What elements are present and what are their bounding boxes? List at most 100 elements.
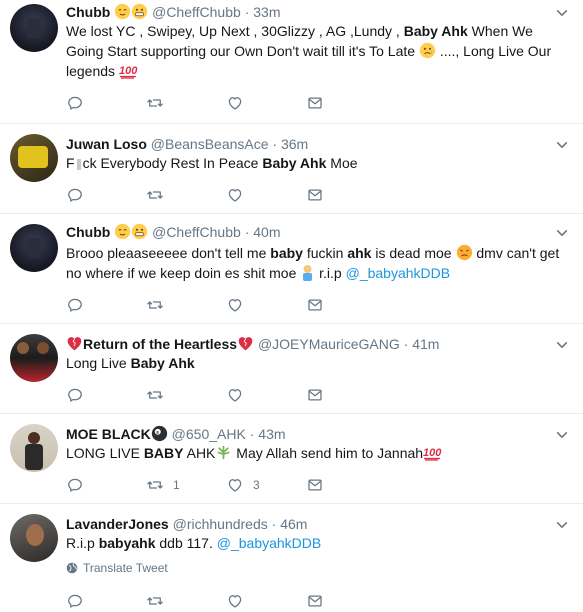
avatar[interactable] [10,424,58,472]
like-button[interactable] [226,186,253,204]
display-name[interactable]: LavanderJones [66,516,169,532]
relieved-emoji-icon [115,223,131,240]
like-button[interactable] [226,386,253,404]
timestamp[interactable]: 36m [281,136,308,152]
reply-button[interactable] [66,592,93,610]
chevron-down-icon[interactable] [555,6,569,20]
retweet-icon [146,296,164,314]
separator-dot: · [244,4,250,20]
avatar[interactable] [10,134,58,182]
retweet-icon [146,94,164,112]
svg-text:100: 100 [119,65,138,77]
message-icon [306,94,324,112]
like-count: 3 [253,478,260,492]
user-handle[interactable]: @BeansBeansAce [151,136,269,152]
direct-message-button[interactable] [306,94,324,112]
translate-tweet-link[interactable]: Translate Tweet [66,561,168,575]
user-handle[interactable]: @CheffChubb [152,4,241,20]
direct-message-button[interactable] [306,296,324,314]
avatar[interactable] [10,334,58,382]
chevron-down-icon[interactable] [555,428,569,442]
retweet-button[interactable]: 1 [146,476,180,494]
message-icon [306,386,324,404]
like-icon [226,476,244,494]
relieved-emoji-icon [115,3,131,20]
message-icon [306,476,324,494]
display-name[interactable]: Return of the Heartless [83,336,237,352]
timestamp[interactable]: 33m [253,4,280,20]
tweet-actions [66,386,366,406]
like-icon [226,296,244,314]
retweet-icon [146,186,164,204]
tweet-text: Fck Everybody Rest In Peace Baby Ahk Moe [66,155,358,171]
like-button[interactable] [226,296,253,314]
tweet[interactable]: Juwan Loso @BeansBeansAce · 36m Fck Ever… [0,124,583,214]
reply-button[interactable] [66,186,93,204]
broken-heart-icon [238,337,253,351]
tweet[interactable]: MOE BLACK 8 @650_AHK · 43m LONG LIVE BABY… [0,414,583,504]
like-button[interactable] [226,94,253,112]
tweet-actions [66,186,366,206]
direct-message-button[interactable] [306,592,324,610]
separator-dot: · [271,516,277,532]
chevron-down-icon[interactable] [555,138,569,152]
separator-dot: · [244,224,250,240]
reply-icon [66,476,84,494]
user-handle[interactable]: @CheffChubb [152,224,241,240]
reply-button[interactable] [66,94,93,112]
tweet[interactable]: LavanderJones @richhundreds · 46m R.i.p … [0,504,583,602]
direct-message-button[interactable] [306,186,324,204]
reply-icon [66,592,84,610]
avatar[interactable] [10,4,58,52]
display-name[interactable]: Juwan Loso [66,136,147,152]
sad-emoji-icon [419,42,436,59]
user-handle[interactable]: @650_AHK [172,426,246,442]
message-icon [306,592,324,610]
globe-icon [66,562,78,574]
reply-button[interactable] [66,296,93,314]
retweet-icon [146,476,164,494]
tweet[interactable]: Chubb @CheffChubb · 40m Brooo pleaaseeee… [0,214,583,324]
reply-button[interactable] [66,386,93,404]
user-handle[interactable]: @JOEYMauriceGANG [258,336,400,352]
eight-ball-emoji-icon: 8 [151,425,167,442]
tweet[interactable]: Return of the Heartless @JOEYMauriceGANG… [0,324,583,414]
avatar[interactable] [10,224,58,272]
mention-link[interactable]: @_babyahkDDB [217,535,322,551]
direct-message-button[interactable] [306,386,324,404]
retweet-button[interactable] [146,186,173,204]
message-icon [306,296,324,314]
retweet-button[interactable] [146,296,173,314]
retweet-button[interactable] [146,94,173,112]
tweet-text: R.i.p babyahk ddb 117. @_babyahkDDB [66,535,322,551]
reply-button[interactable] [66,476,93,494]
avatar[interactable] [10,514,58,562]
tweet-header: Return of the Heartless @JOEYMauriceGANG… [66,335,439,353]
tweet[interactable]: Chubb @CheffChubb · 33m We lost YC , Swi… [0,0,583,124]
display-name[interactable]: Chubb [66,4,110,20]
timestamp[interactable]: 43m [258,426,285,442]
timestamp[interactable]: 40m [253,224,280,240]
display-name[interactable]: MOE BLACK [66,426,151,442]
direct-message-button[interactable] [306,476,324,494]
reply-icon [66,94,84,112]
chevron-down-icon[interactable] [555,226,569,240]
svg-text:100: 100 [423,447,442,459]
retweet-button[interactable] [146,386,173,404]
like-icon [226,386,244,404]
mention-link[interactable]: @_babyahkDDB [346,265,451,281]
tweet-header: Chubb @CheffChubb · 33m [66,3,280,21]
like-icon [226,592,244,610]
like-button[interactable] [226,592,253,610]
chevron-down-icon[interactable] [555,518,569,532]
chevron-down-icon[interactable] [555,338,569,352]
user-handle[interactable]: @richhundreds [173,516,268,532]
tweet-actions [66,592,366,612]
retweet-button[interactable] [146,592,173,610]
separator-dot: · [272,136,278,152]
display-name[interactable]: Chubb [66,224,110,240]
retweet-count: 1 [173,478,180,492]
like-button[interactable]: 3 [226,476,260,494]
timestamp[interactable]: 46m [280,516,307,532]
timestamp[interactable]: 41m [412,336,439,352]
